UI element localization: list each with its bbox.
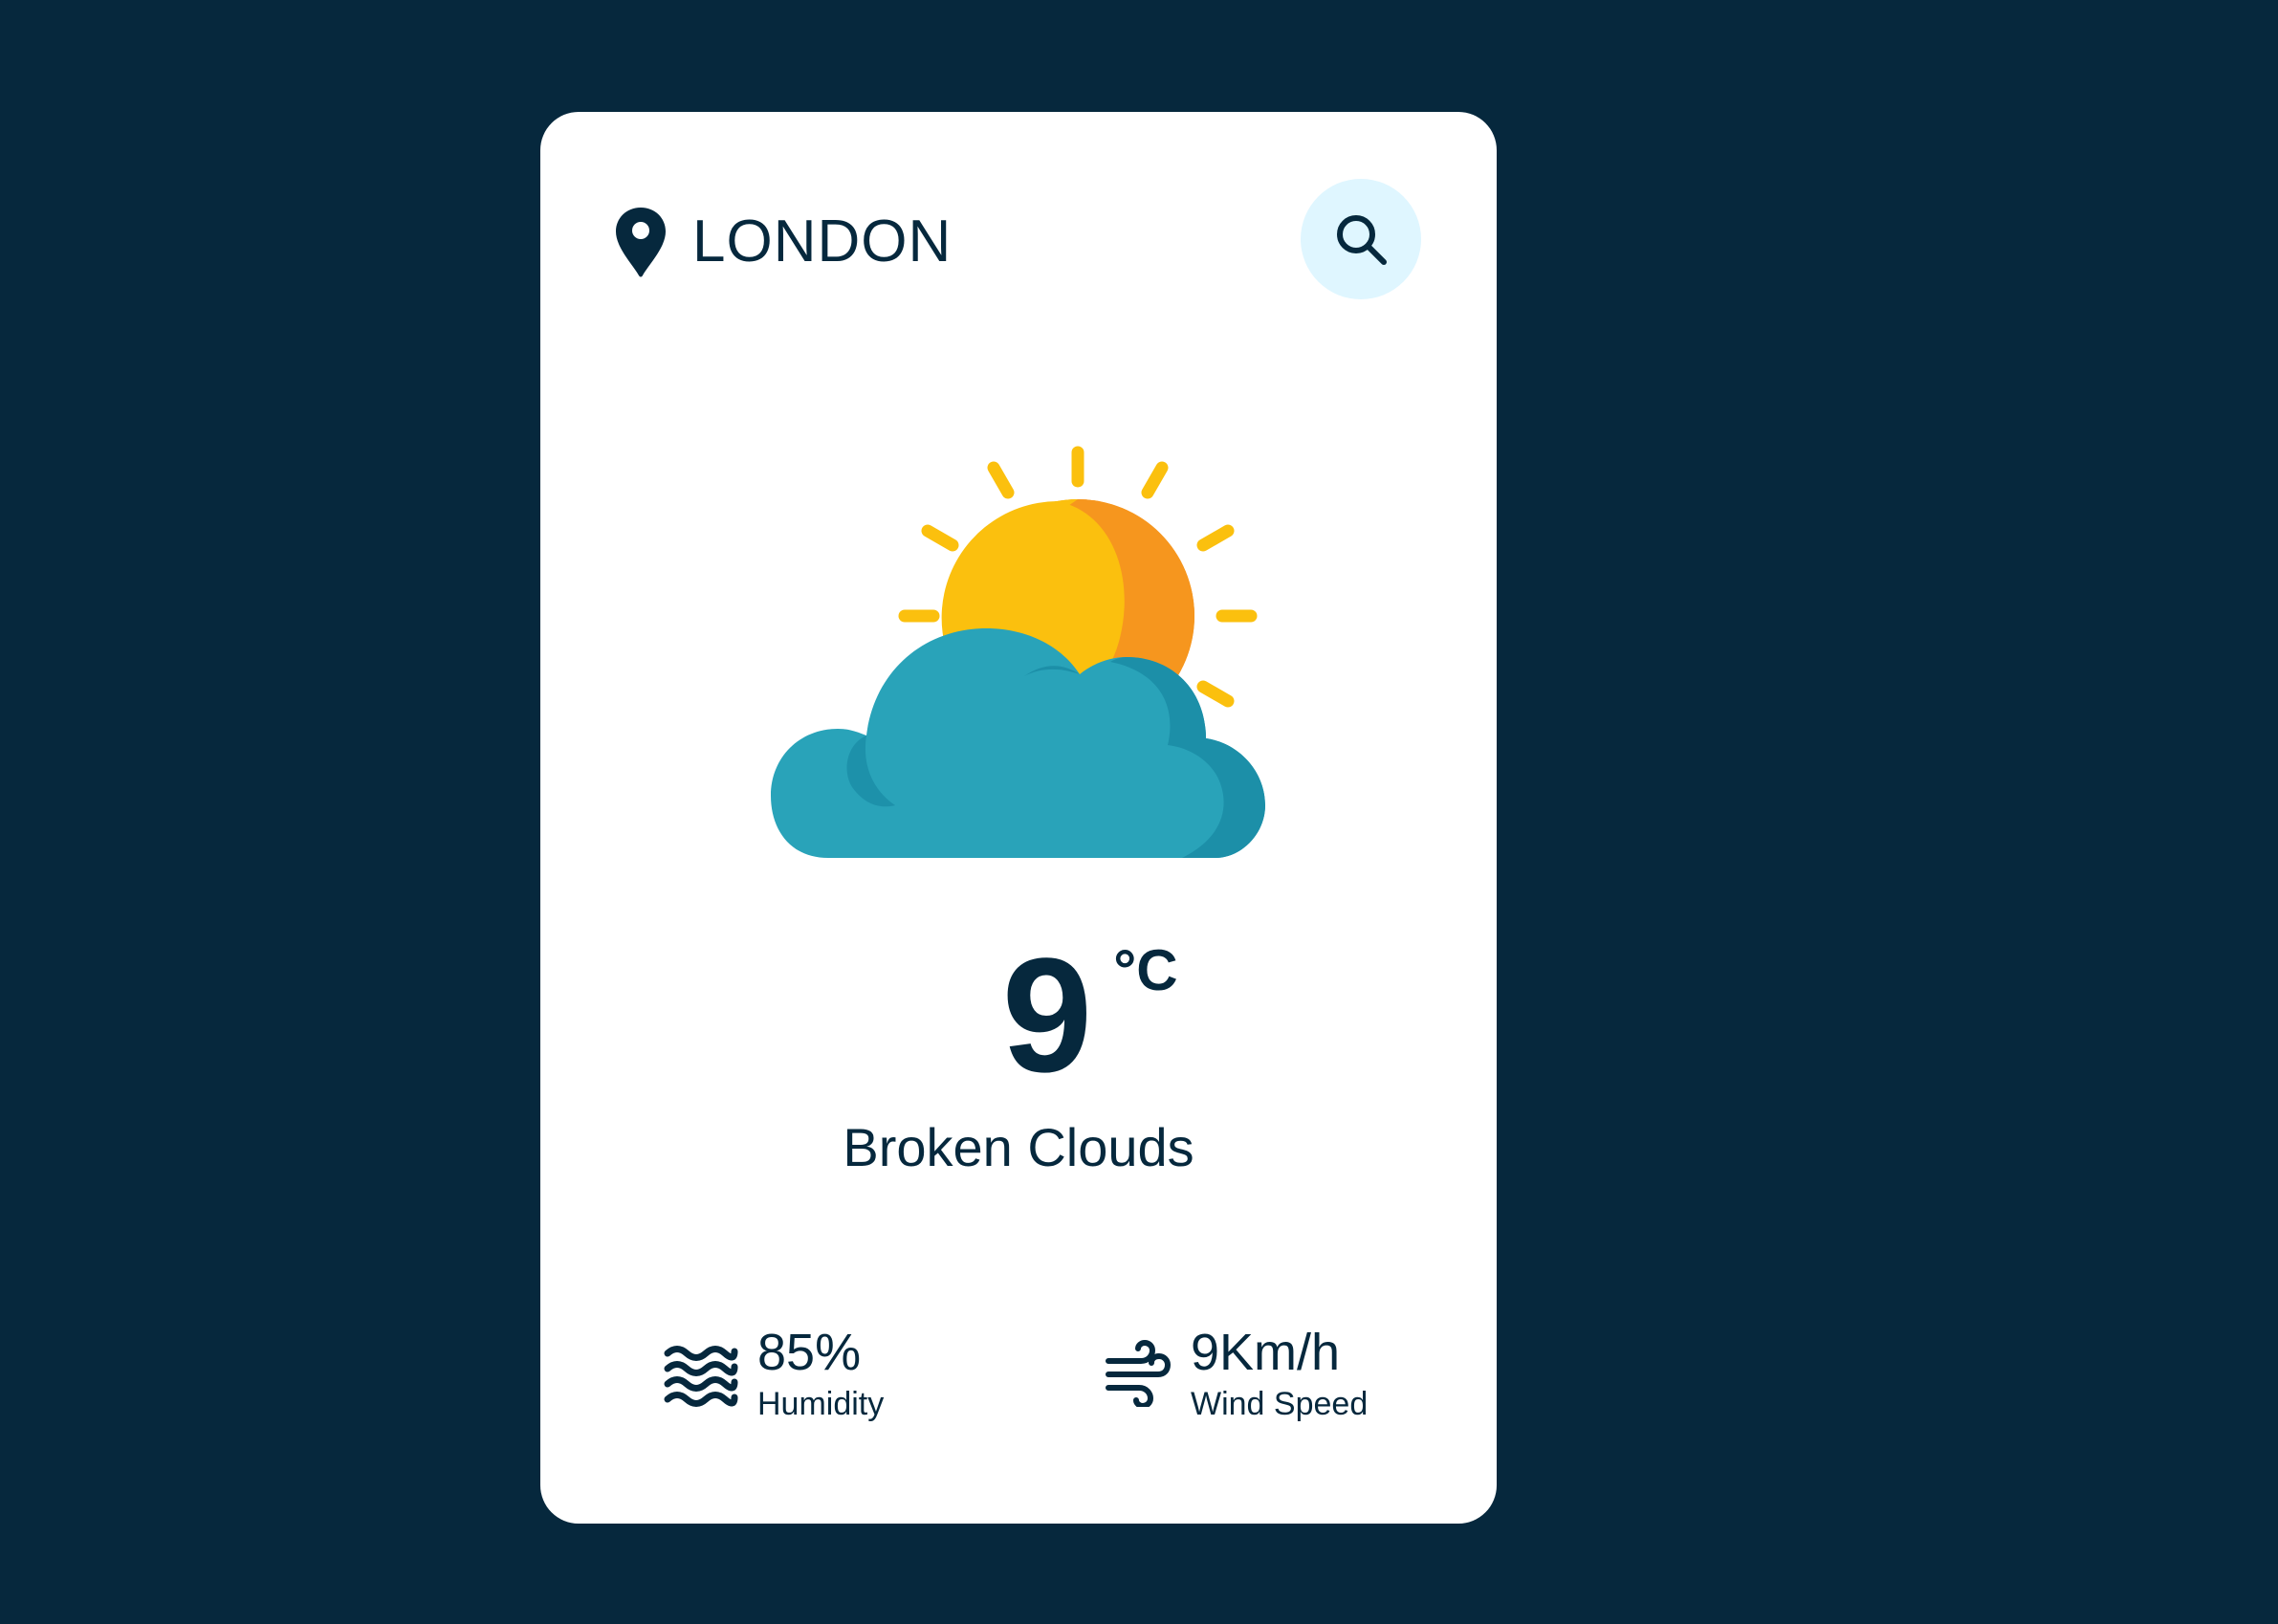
map-pin-icon — [616, 208, 666, 277]
wind-icon — [1106, 1340, 1172, 1407]
wind-detail: 9Km/h Wind Speed — [1105, 1327, 1368, 1420]
wind-speed-value: 9Km/h — [1191, 1324, 1341, 1381]
search-icon — [1337, 215, 1387, 265]
partly-cloudy-icon — [771, 446, 1265, 858]
humidity-label: Humidity — [757, 1386, 885, 1422]
temperature-value: 9 — [1001, 925, 1093, 1107]
weather-card: LONDON 9 °C Broken Clouds 85% Humidity 9… — [540, 112, 1497, 1524]
weather-description: Broken Clouds — [843, 1117, 1194, 1177]
city-name: LONDON — [692, 208, 953, 274]
wind-speed-label: Wind Speed — [1191, 1386, 1369, 1422]
waves-icon — [664, 1346, 738, 1407]
location-header: LONDON — [614, 204, 952, 280]
humidity-value: 85% — [757, 1324, 862, 1381]
temperature-unit: °C — [1113, 938, 1178, 1002]
search-button[interactable] — [1301, 179, 1421, 299]
temperature-display: 9 °C — [540, 934, 1497, 1097]
humidity-detail: 85% Humidity — [662, 1327, 884, 1420]
cloud — [771, 628, 1265, 858]
